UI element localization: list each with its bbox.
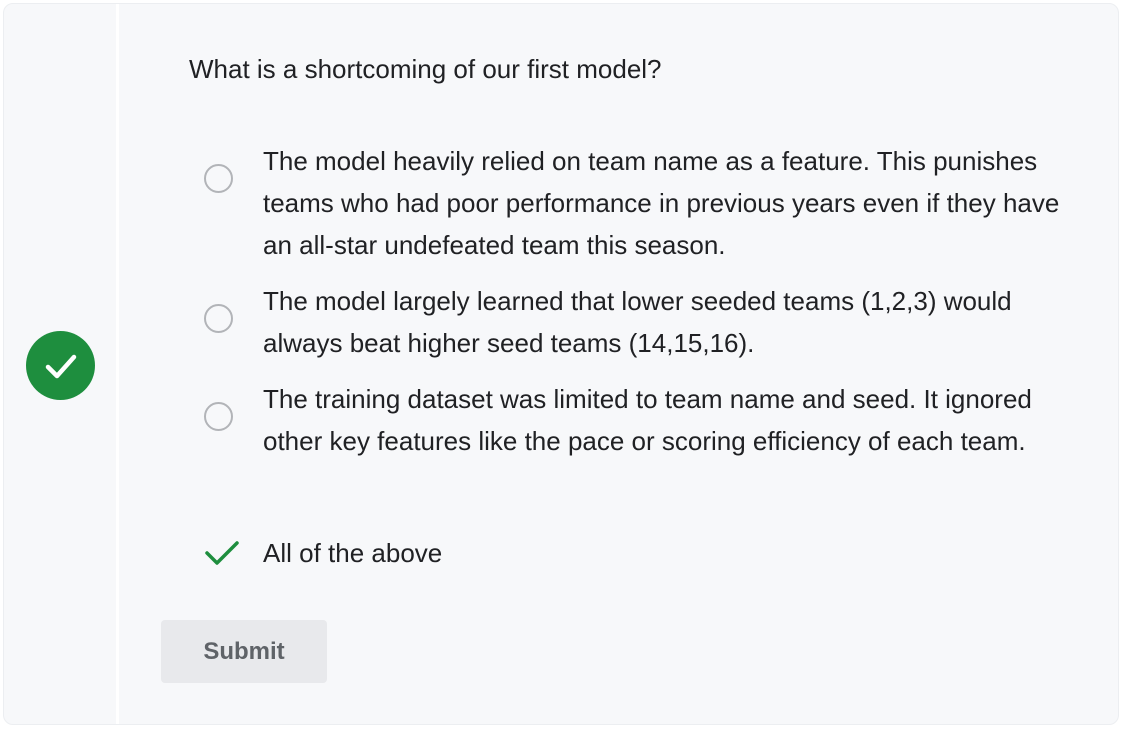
check-circle-icon (45, 354, 76, 378)
status-column (4, 4, 119, 724)
option-1[interactable]: The model heavily relied on team name as… (201, 140, 1081, 266)
option-3[interactable]: The training dataset was limited to team… (201, 378, 1081, 504)
option-4-correct[interactable]: All of the above (201, 532, 1081, 574)
question-text: What is a shortcoming of our first model… (189, 54, 662, 84)
checkmark-icon (205, 541, 239, 565)
option-label: The model heavily relied on team name as… (263, 146, 1060, 260)
option-2[interactable]: The model largely learned that lower see… (201, 280, 1081, 364)
correct-status-badge (26, 331, 95, 400)
submit-button[interactable]: Submit (161, 620, 327, 683)
radio-button[interactable] (204, 164, 233, 193)
option-label: The model largely learned that lower see… (263, 286, 1012, 358)
quiz-card: What is a shortcoming of our first model… (3, 3, 1119, 725)
radio-button[interactable] (204, 402, 233, 431)
radio-button[interactable] (204, 304, 233, 333)
option-label: The training dataset was limited to team… (263, 384, 1032, 456)
option-label: All of the above (263, 538, 443, 568)
